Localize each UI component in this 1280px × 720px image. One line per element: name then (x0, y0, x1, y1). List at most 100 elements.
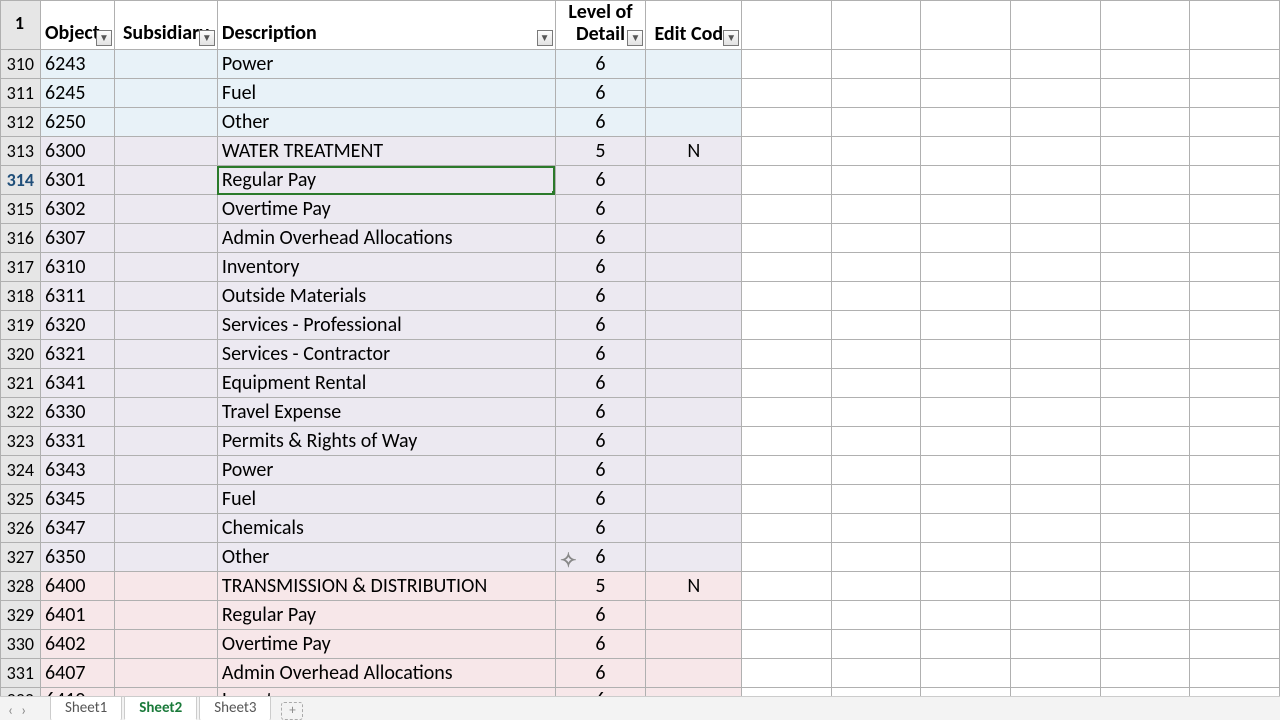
cell-description[interactable]: Power (217, 50, 555, 79)
cell-blank[interactable] (1190, 340, 1280, 369)
cell-blank[interactable] (1100, 50, 1190, 79)
sheet-tab[interactable]: Sheet2 (124, 696, 197, 720)
cell-blank[interactable] (1190, 253, 1280, 282)
cell-blank[interactable] (921, 137, 1011, 166)
spreadsheet-grid[interactable]: 1 Object Subsidiary Description Level of… (0, 0, 1280, 713)
sheet-tab[interactable]: Sheet3 (199, 696, 271, 720)
cell-edit-code[interactable] (646, 369, 742, 398)
cell-edit-code[interactable] (646, 50, 742, 79)
cell-edit-code[interactable] (646, 427, 742, 456)
cell-level-of-detail[interactable]: 6 (555, 630, 646, 659)
cell-description[interactable]: Permits & Rights of Way (217, 427, 555, 456)
cell-blank[interactable] (1011, 224, 1101, 253)
header-rownum[interactable]: 1 (1, 1, 41, 50)
cell-blank[interactable] (1100, 282, 1190, 311)
cell-level-of-detail[interactable]: 6 (555, 427, 646, 456)
cell-blank[interactable] (1011, 572, 1101, 601)
cell-level-of-detail[interactable]: 6 (555, 369, 646, 398)
cell-blank[interactable] (1100, 137, 1190, 166)
cell-object[interactable]: 6301 (40, 166, 114, 195)
cell-blank[interactable] (921, 50, 1011, 79)
cell-object[interactable]: 6407 (40, 659, 114, 688)
cell-blank[interactable] (921, 572, 1011, 601)
cell-level-of-detail[interactable]: 6 (555, 224, 646, 253)
row-number[interactable]: 324 (1, 456, 41, 485)
cell-blank[interactable] (921, 601, 1011, 630)
cell-blank[interactable] (831, 485, 921, 514)
row-number[interactable]: 310 (1, 50, 41, 79)
row-number[interactable]: 314 (1, 166, 41, 195)
cell-description[interactable]: Admin Overhead Allocations (217, 659, 555, 688)
cell-subsidiary[interactable] (114, 427, 217, 456)
cell-blank[interactable] (1190, 456, 1280, 485)
cell-blank[interactable] (742, 514, 832, 543)
cell-subsidiary[interactable] (114, 166, 217, 195)
cell-level-of-detail[interactable]: 6 (555, 282, 646, 311)
cell-object[interactable]: 6402 (40, 630, 114, 659)
cell-object[interactable]: 6243 (40, 50, 114, 79)
cell-blank[interactable] (742, 601, 832, 630)
cell-blank[interactable] (1100, 79, 1190, 108)
cell-edit-code[interactable] (646, 166, 742, 195)
cell-blank[interactable] (742, 398, 832, 427)
header-object[interactable]: Object (40, 1, 114, 50)
cell-description[interactable]: Outside Materials (217, 282, 555, 311)
cell-edit-code[interactable] (646, 224, 742, 253)
row-number[interactable]: 319 (1, 311, 41, 340)
cell-blank[interactable] (921, 427, 1011, 456)
cell-blank[interactable] (831, 456, 921, 485)
cell-edit-code[interactable] (646, 340, 742, 369)
cell-blank[interactable] (1011, 485, 1101, 514)
cell-blank[interactable] (742, 166, 832, 195)
cell-subsidiary[interactable] (114, 659, 217, 688)
cell-blank[interactable] (831, 514, 921, 543)
cell-blank[interactable] (1190, 79, 1280, 108)
filter-icon[interactable] (537, 30, 553, 46)
cell-blank[interactable] (921, 659, 1011, 688)
row-number[interactable]: 320 (1, 340, 41, 369)
cell-object[interactable]: 6343 (40, 456, 114, 485)
cell-subsidiary[interactable] (114, 601, 217, 630)
cell-blank[interactable] (1190, 195, 1280, 224)
cell-blank[interactable] (921, 340, 1011, 369)
cell-edit-code[interactable] (646, 282, 742, 311)
row-number[interactable]: 330 (1, 630, 41, 659)
cell-level-of-detail[interactable]: 6 (555, 108, 646, 137)
cell-object[interactable]: 6310 (40, 253, 114, 282)
cell-blank[interactable] (1011, 601, 1101, 630)
cell-blank[interactable] (742, 137, 832, 166)
cell-blank[interactable] (742, 50, 832, 79)
cell-blank[interactable] (1190, 485, 1280, 514)
cell-blank[interactable] (1100, 514, 1190, 543)
cell-blank[interactable] (831, 340, 921, 369)
cell-blank[interactable] (921, 311, 1011, 340)
cell-subsidiary[interactable] (114, 253, 217, 282)
cell-edit-code[interactable] (646, 253, 742, 282)
cell-level-of-detail[interactable]: 6 (555, 601, 646, 630)
cell-blank[interactable] (1100, 224, 1190, 253)
cell-description[interactable]: Regular Pay (217, 166, 555, 195)
cell-blank[interactable] (1011, 195, 1101, 224)
cell-edit-code[interactable] (646, 195, 742, 224)
cell-blank[interactable] (742, 543, 832, 572)
cell-object[interactable]: 6250 (40, 108, 114, 137)
row-number[interactable]: 326 (1, 514, 41, 543)
cell-edit-code[interactable] (646, 311, 742, 340)
cell-blank[interactable] (742, 79, 832, 108)
cell-blank[interactable] (1190, 514, 1280, 543)
sheet-tab[interactable]: Sheet1 (50, 696, 122, 720)
cell-subsidiary[interactable] (114, 456, 217, 485)
header-edit-code[interactable]: Edit Code (646, 1, 742, 50)
cell-blank[interactable] (1190, 601, 1280, 630)
cell-blank[interactable] (1011, 427, 1101, 456)
cell-subsidiary[interactable] (114, 137, 217, 166)
cell-blank[interactable] (1100, 543, 1190, 572)
cell-description[interactable]: Regular Pay (217, 601, 555, 630)
cell-blank[interactable] (742, 224, 832, 253)
cell-blank[interactable] (1100, 601, 1190, 630)
cell-blank[interactable] (831, 369, 921, 398)
cell-object[interactable]: 6400 (40, 572, 114, 601)
cell-blank[interactable] (1100, 311, 1190, 340)
cell-blank[interactable] (742, 311, 832, 340)
cell-blank[interactable] (1190, 311, 1280, 340)
